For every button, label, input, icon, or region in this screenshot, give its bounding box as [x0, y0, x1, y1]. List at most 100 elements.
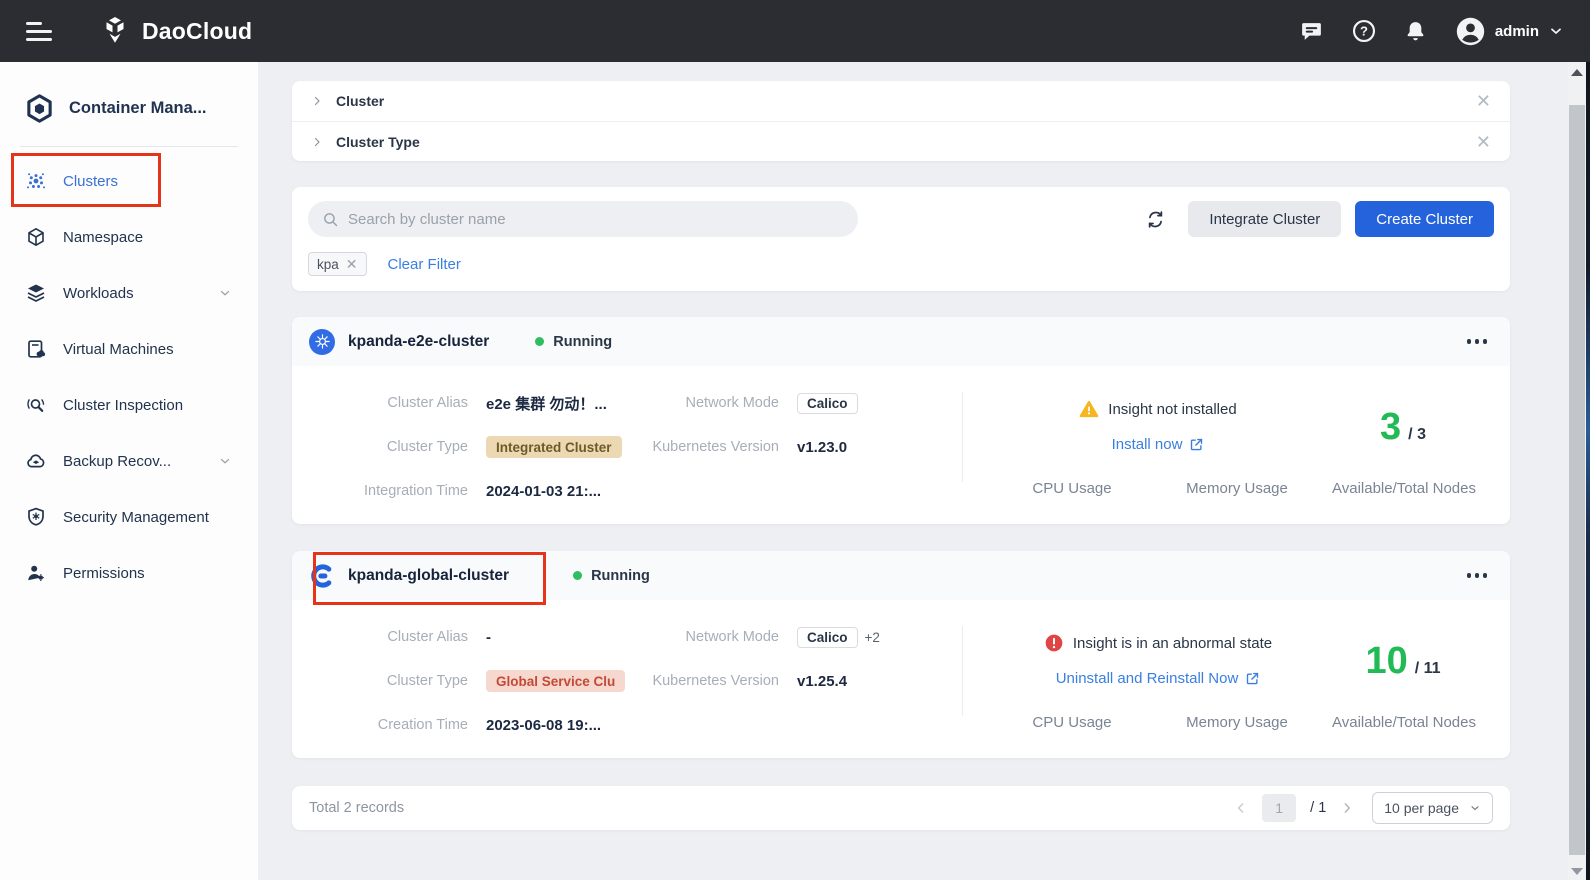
chevron-down-icon[interactable] — [1548, 23, 1564, 39]
nodes-label: Available/Total Nodes — [1332, 714, 1476, 731]
backup-recovery-icon — [26, 451, 46, 471]
filter-chip-kpa[interactable]: kpa ✕ — [308, 252, 367, 276]
prev-page-icon[interactable] — [1234, 801, 1248, 815]
chevron-right-icon — [311, 136, 323, 148]
scrollbar[interactable] — [1568, 62, 1586, 880]
daocloud-logo-icon — [98, 14, 132, 48]
user-menu[interactable]: admin — [1455, 16, 1564, 47]
scroll-down-icon[interactable] — [1571, 868, 1583, 875]
cluster-alias-value: e2e 集群 勿动！... — [468, 381, 647, 425]
insight-block: Insight is in an abnormal state Uninstal… — [963, 633, 1353, 688]
global-cluster-icon — [309, 563, 335, 589]
network-mode-badge: Calico — [797, 627, 858, 648]
sidebar-item-permissions[interactable]: Permissions — [0, 545, 258, 601]
bell-icon[interactable] — [1403, 18, 1429, 44]
search-box — [308, 201, 858, 237]
chevron-down-icon — [218, 286, 232, 300]
filter-panel-cluster-type[interactable]: Cluster Type ✕ — [292, 121, 1510, 161]
kubernetes-version-value: v1.23.0 — [779, 425, 962, 469]
field-label: Network Mode — [647, 381, 779, 425]
sidebar-item-label: Backup Recov... — [63, 453, 171, 470]
search-icon — [322, 211, 339, 228]
svg-text:?: ? — [1360, 24, 1368, 39]
menu-icon[interactable] — [26, 22, 52, 41]
nodes-count: 3/ 3 — [1313, 406, 1493, 449]
cluster-inspection-icon — [26, 395, 46, 415]
field-label: Creation Time — [292, 703, 468, 747]
sidebar-item-workloads[interactable]: Workloads — [0, 265, 258, 321]
network-extra[interactable]: +2 — [865, 630, 880, 645]
scrollbar-thumb[interactable] — [1569, 105, 1585, 855]
nodes-available: 10 — [1365, 640, 1407, 682]
clear-filter-link[interactable]: Clear Filter — [388, 256, 461, 273]
sidebar-item-virtual-machines[interactable]: Virtual Machines — [0, 321, 258, 377]
nodes-count: 10/ 11 — [1313, 640, 1493, 683]
time-value: 2023-06-08 19:... — [468, 703, 647, 747]
memory-usage-label: Memory Usage — [1186, 714, 1288, 731]
permissions-icon — [26, 563, 46, 583]
next-page-icon[interactable] — [1340, 801, 1354, 815]
sidebar-item-label: Virtual Machines — [63, 341, 174, 358]
per-page-select[interactable]: 10 per page — [1372, 792, 1493, 824]
cluster-status: Running — [535, 334, 612, 350]
cluster-name[interactable]: kpanda-e2e-cluster — [348, 333, 489, 351]
sidebar-nav: Clusters Namespace Workloads — [0, 153, 258, 601]
search-input[interactable] — [348, 211, 844, 228]
cluster-name[interactable]: kpanda-global-cluster — [348, 567, 509, 585]
sidebar: Container Mana... Clusters Namespace — [0, 62, 258, 880]
brand-name: DaoCloud — [142, 18, 252, 45]
module-header[interactable]: Container Mana... — [0, 88, 258, 128]
status-dot — [573, 571, 582, 580]
namespace-icon — [26, 227, 46, 247]
pagination-bar: Total 2 records 1 / 1 10 per page — [292, 786, 1510, 830]
error-icon — [1044, 633, 1064, 653]
sidebar-item-security-management[interactable]: Security Management — [0, 489, 258, 545]
chip-label: kpa — [317, 257, 339, 272]
sidebar-item-namespace[interactable]: Namespace — [0, 209, 258, 265]
total-records: Total 2 records — [309, 800, 404, 816]
help-icon[interactable]: ? — [1351, 18, 1377, 44]
field-label: Cluster Type — [292, 425, 468, 469]
sidebar-item-clusters[interactable]: Clusters — [0, 153, 258, 209]
more-actions-icon[interactable] — [1461, 567, 1494, 584]
field-label: Kubernetes Version — [647, 425, 779, 469]
scroll-up-icon[interactable] — [1571, 69, 1583, 76]
chevron-down-icon — [1469, 802, 1481, 814]
field-label: Cluster Type — [292, 659, 468, 703]
create-cluster-button[interactable]: Create Cluster — [1355, 201, 1494, 237]
external-link-icon — [1245, 671, 1260, 686]
workloads-icon — [26, 283, 46, 303]
refresh-button[interactable] — [1138, 202, 1172, 236]
insight-status-text: Insight is in an abnormal state — [1073, 635, 1272, 652]
cluster-type-badge: Integrated Cluster — [486, 436, 622, 458]
status-text: Running — [553, 334, 612, 350]
time-value: 2024-01-03 21:... — [468, 469, 647, 513]
install-now-link[interactable]: Install now — [1112, 436, 1205, 453]
sidebar-item-label: Cluster Inspection — [63, 397, 183, 414]
field-label: Cluster Alias — [292, 381, 468, 425]
chip-close-icon[interactable]: ✕ — [346, 256, 358, 273]
cluster-card-header: kpanda-e2e-cluster Running — [292, 317, 1510, 366]
clusters-icon — [26, 171, 46, 191]
close-icon[interactable]: ✕ — [1476, 133, 1491, 151]
sidebar-item-cluster-inspection[interactable]: Cluster Inspection — [0, 377, 258, 433]
filter-panel-label: Cluster — [336, 93, 384, 109]
window-edge — [1586, 62, 1590, 880]
sidebar-item-backup-recovery[interactable]: Backup Recov... — [0, 433, 258, 489]
memory-usage-label: Memory Usage — [1186, 480, 1288, 497]
more-actions-icon[interactable] — [1461, 333, 1494, 350]
main-content: Cluster ✕ Cluster Type ✕ — [258, 62, 1568, 880]
uninstall-reinstall-link[interactable]: Uninstall and Reinstall Now — [1056, 670, 1261, 687]
current-page-input[interactable]: 1 — [1262, 794, 1296, 822]
chat-icon[interactable] — [1299, 18, 1325, 44]
module-title: Container Mana... — [69, 99, 207, 118]
filter-panel-cluster[interactable]: Cluster ✕ — [292, 81, 1510, 121]
close-icon[interactable]: ✕ — [1476, 92, 1491, 110]
integrate-cluster-button[interactable]: Integrate Cluster — [1188, 201, 1341, 237]
field-label: Integration Time — [292, 469, 468, 513]
chevron-down-icon — [218, 454, 232, 468]
kubernetes-version-value: v1.25.4 — [779, 659, 962, 703]
cluster-type-badge: Global Service Clu — [486, 670, 625, 692]
cluster-card-body: Cluster Alias e2e 集群 勿动！... Network Mode… — [292, 366, 1510, 524]
external-link-icon — [1189, 437, 1204, 452]
